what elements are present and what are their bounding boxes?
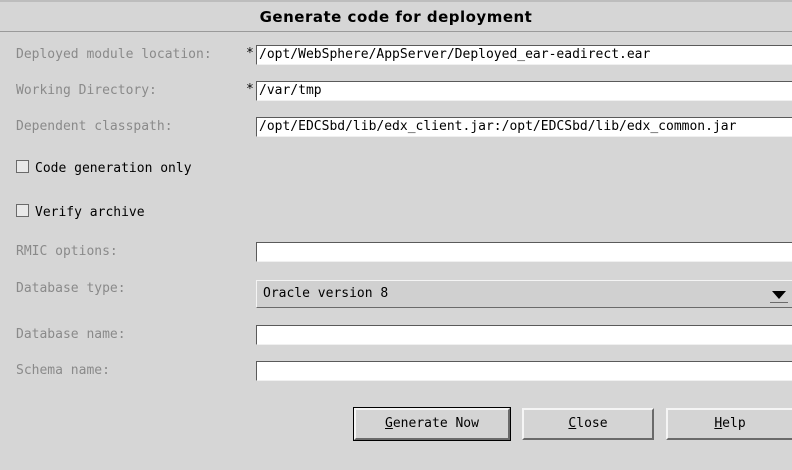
dropdown-arrow-icon[interactable]	[772, 291, 786, 299]
deployed-module-label: Deployed module location:	[16, 47, 212, 62]
help-label: elp	[722, 416, 746, 431]
deployment-dialog: Generate code for deployment Deployed mo…	[0, 0, 792, 470]
code-generation-only-box[interactable]	[16, 160, 29, 173]
close-button[interactable]: Close	[522, 408, 654, 440]
dropdown-arrow-underline	[770, 302, 788, 303]
help-button[interactable]: Help	[666, 408, 792, 440]
rmic-options-input[interactable]	[256, 242, 792, 262]
verify-archive-checkbox[interactable]: Verify archive	[16, 202, 145, 224]
top-border	[0, 0, 792, 2]
dialog-title: Generate code for deployment	[259, 8, 533, 26]
close-label: lose	[576, 416, 608, 431]
help-mnemonic: H	[714, 416, 723, 431]
rmic-options-label: RMIC options:	[16, 244, 118, 259]
dependent-classpath-input[interactable]: /opt/EDCSbd/lib/edx_client.jar:/opt/EDCS…	[256, 117, 792, 137]
code-generation-only-label: Code generation only	[35, 161, 192, 176]
working-directory-label: Working Directory:	[16, 83, 157, 98]
database-name-label: Database name:	[16, 327, 126, 342]
code-generation-only-checkbox[interactable]: Code generation only	[16, 158, 192, 180]
deployed-module-required-mark: *	[246, 46, 254, 61]
working-directory-input[interactable]: /var/tmp	[256, 81, 792, 101]
schema-name-input[interactable]	[256, 361, 792, 381]
dependent-classpath-label: Dependent classpath:	[16, 119, 173, 134]
generate-now-button[interactable]: Generate Now	[353, 407, 511, 441]
verify-archive-label: Verify archive	[35, 205, 145, 220]
working-directory-required-mark: *	[246, 82, 254, 97]
database-type-value: Oracle version 8	[263, 286, 389, 301]
database-type-label: Database type:	[16, 281, 126, 296]
generate-now-label: enerate Now	[392, 416, 479, 431]
database-name-input[interactable]	[256, 325, 792, 345]
schema-name-label: Schema name:	[16, 363, 110, 378]
database-type-select[interactable]: Oracle version 8	[256, 280, 792, 308]
dependent-classpath-value: /opt/EDCSbd/lib/edx_client.jar:/opt/EDCS…	[259, 119, 737, 134]
title-divider	[0, 31, 792, 32]
verify-archive-box[interactable]	[16, 204, 29, 217]
deployed-module-input[interactable]: /opt/WebSphere/AppServer/Deployed_ear-ea…	[256, 45, 792, 65]
generate-now-mnemonic: G	[385, 416, 393, 431]
